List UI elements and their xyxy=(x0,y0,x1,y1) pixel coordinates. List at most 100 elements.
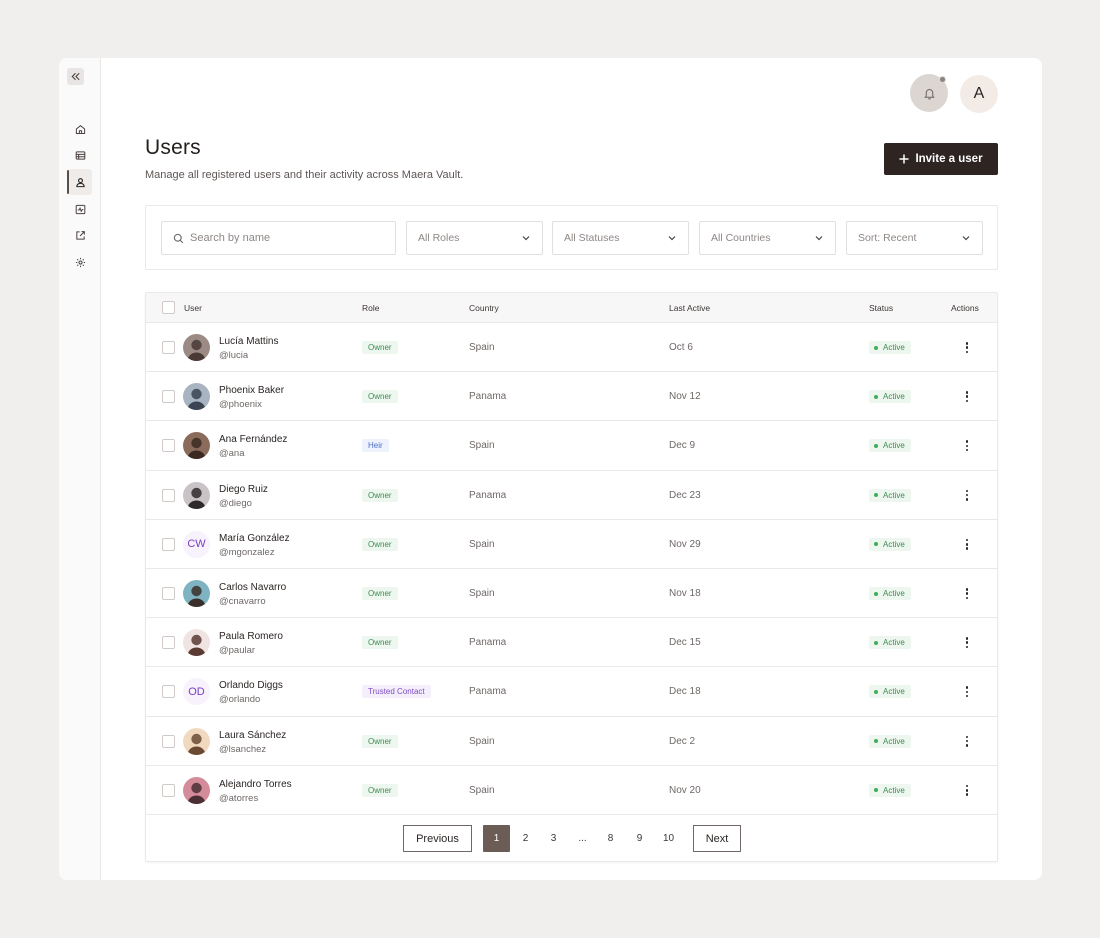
row-actions-button[interactable] xyxy=(962,389,972,404)
more-vertical-icon xyxy=(965,342,969,345)
sidebar-item-home[interactable] xyxy=(59,116,101,143)
table-row[interactable]: Carlos Navarro @cnavarro Owner Spain Nov… xyxy=(146,569,997,619)
country-cell: Spain xyxy=(469,735,495,747)
previous-page-button[interactable]: Previous xyxy=(403,825,472,852)
row-actions-button[interactable] xyxy=(962,438,972,453)
table-row[interactable]: Phoenix Baker @phoenix Owner Panama Nov … xyxy=(146,372,997,422)
table-row[interactable]: Ana Fernández @ana Heir Spain Dec 9 Acti… xyxy=(146,421,997,471)
user-handle: @atorres xyxy=(219,792,259,804)
home-icon xyxy=(75,124,85,134)
table-row[interactable]: Lucía Mattins @lucia Owner Spain Oct 6 A… xyxy=(146,323,997,373)
row-actions-button[interactable] xyxy=(962,783,972,798)
table-row[interactable]: Alejandro Torres @atorres Owner Spain No… xyxy=(146,766,997,815)
page-button-9[interactable]: 9 xyxy=(626,825,653,852)
user-avatar xyxy=(183,727,210,755)
status-label: Active xyxy=(883,343,905,352)
row-actions-button[interactable] xyxy=(962,734,972,749)
status-badge: Active xyxy=(869,537,911,551)
role-badge: Owner xyxy=(362,636,398,650)
sidebar-item-records[interactable] xyxy=(59,143,101,170)
more-vertical-icon xyxy=(965,489,969,493)
account-avatar[interactable]: A xyxy=(960,75,998,113)
column-header-last-active[interactable]: Last Active xyxy=(669,303,710,313)
next-page-button[interactable]: Next xyxy=(693,825,741,852)
table-row[interactable]: Paula Romero @paular Owner Panama Dec 15… xyxy=(146,618,997,668)
column-header-user[interactable]: User xyxy=(184,303,202,313)
user-name[interactable]: Phoenix Baker xyxy=(219,385,284,396)
collapse-sidebar-button[interactable] xyxy=(67,68,84,85)
sidebar-item-users[interactable] xyxy=(59,169,101,196)
status-label: Active xyxy=(883,736,905,746)
last-active-cell: Nov 29 xyxy=(669,538,701,550)
status-label: Active xyxy=(883,638,905,648)
user-name[interactable]: Laura Sánchez xyxy=(219,730,286,741)
user-name[interactable]: María González xyxy=(219,533,290,544)
sidebar-item-share[interactable] xyxy=(59,222,101,249)
table-row[interactable]: Diego Ruiz @diego Owner Panama Dec 23 Ac… xyxy=(146,471,997,520)
row-checkbox[interactable] xyxy=(162,685,175,699)
sidebar-item-activity[interactable] xyxy=(59,196,101,223)
user-avatar-initials: OD xyxy=(183,678,210,706)
user-name[interactable]: Orlando Diggs xyxy=(219,680,283,691)
table-row[interactable]: Laura Sánchez @lsanchez Owner Spain Dec … xyxy=(146,717,997,766)
row-actions-button[interactable] xyxy=(962,684,972,699)
gear-icon xyxy=(75,257,85,267)
last-active-cell: Dec 2 xyxy=(669,735,696,747)
sort-select[interactable]: Sort: Recent xyxy=(846,221,983,255)
row-checkbox[interactable] xyxy=(162,587,175,600)
sidebar-item-settings[interactable] xyxy=(59,249,101,276)
user-name[interactable]: Paula Romero xyxy=(219,631,283,642)
search-input[interactable]: Search by name xyxy=(161,221,396,255)
country-cell: Spain xyxy=(469,538,495,550)
page-button-1[interactable]: 1 xyxy=(483,825,510,852)
notifications-button[interactable] xyxy=(910,74,948,112)
last-active-cell: Dec 15 xyxy=(669,637,701,649)
roles-select[interactable]: All Roles xyxy=(406,221,543,255)
invite-user-button[interactable]: Invite a user xyxy=(884,143,998,175)
row-checkbox[interactable] xyxy=(162,439,175,453)
user-avatar xyxy=(183,383,210,411)
user-name[interactable]: Ana Fernández xyxy=(219,434,287,445)
row-checkbox[interactable] xyxy=(162,390,175,404)
activity-icon xyxy=(75,204,85,214)
row-checkbox[interactable] xyxy=(162,488,175,502)
row-checkbox[interactable] xyxy=(162,734,175,748)
user-name[interactable]: Lucía Mattins xyxy=(219,336,278,347)
user-avatar xyxy=(183,580,210,607)
column-header-status[interactable]: Status xyxy=(869,303,893,313)
user-handle: @phoenix xyxy=(219,399,262,411)
status-badge: Active xyxy=(869,439,911,453)
user-name[interactable]: Carlos Navarro xyxy=(219,582,286,593)
row-checkbox[interactable] xyxy=(162,636,175,650)
page-button-8[interactable]: 8 xyxy=(597,825,624,852)
table-row[interactable]: CW María González @mgonzalez Owner Spain… xyxy=(146,520,997,569)
row-actions-button[interactable] xyxy=(962,635,972,650)
row-actions-button[interactable] xyxy=(962,586,972,601)
row-checkbox[interactable] xyxy=(162,341,175,354)
statuses-select[interactable]: All Statuses xyxy=(552,221,689,255)
status-dot xyxy=(874,640,878,645)
table-row[interactable]: OD Orlando Diggs @orlando Trusted Contac… xyxy=(146,667,997,717)
user-name[interactable]: Diego Ruiz xyxy=(219,484,268,495)
last-active-cell: Dec 9 xyxy=(669,440,696,452)
column-header-role[interactable]: Role xyxy=(362,303,379,313)
row-checkbox[interactable] xyxy=(162,537,175,551)
roles-select-value: All Roles xyxy=(418,232,460,244)
row-actions-button[interactable] xyxy=(962,488,972,503)
user-avatar xyxy=(183,629,210,657)
country-cell: Spain xyxy=(469,784,495,796)
row-checkbox[interactable] xyxy=(162,783,175,797)
page-button-3[interactable]: 3 xyxy=(540,825,567,852)
user-name[interactable]: Alejandro Torres xyxy=(219,779,292,790)
page-button-10[interactable]: 10 xyxy=(655,825,682,852)
status-dot xyxy=(874,493,878,498)
row-actions-button[interactable] xyxy=(962,340,972,355)
user-avatar xyxy=(183,481,210,509)
status-label: Active xyxy=(883,490,905,500)
page-button-2[interactable]: 2 xyxy=(512,825,539,852)
row-actions-button[interactable] xyxy=(962,537,972,552)
column-header-country[interactable]: Country xyxy=(469,303,499,313)
country-cell: Spain xyxy=(469,440,495,452)
countries-select[interactable]: All Countries xyxy=(699,221,836,255)
select-all-checkbox[interactable] xyxy=(162,301,175,314)
